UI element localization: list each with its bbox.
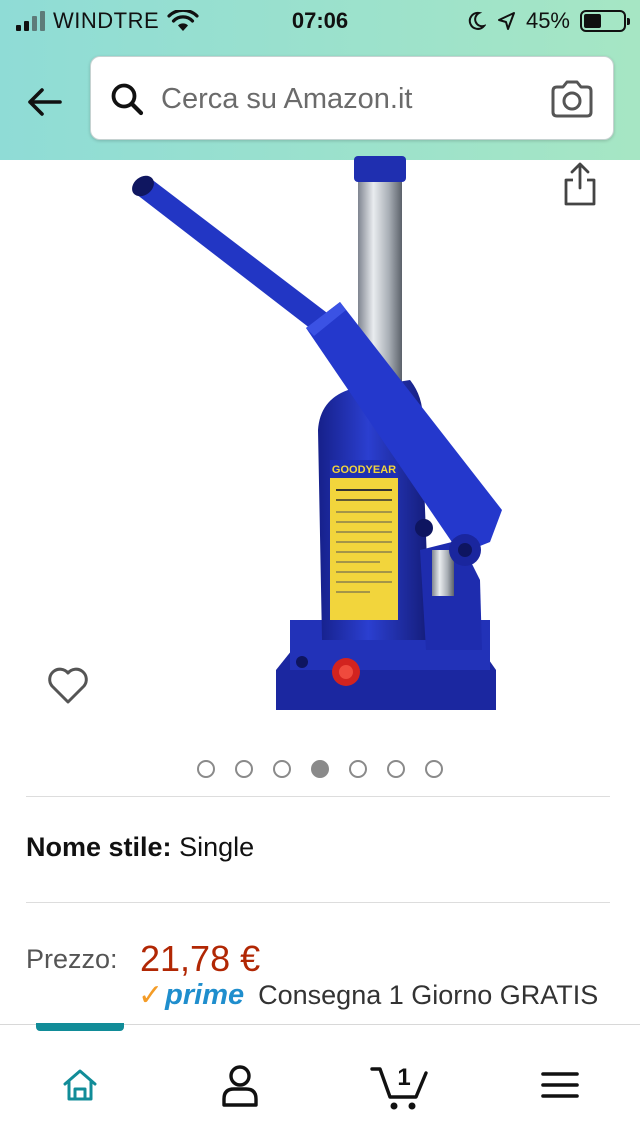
bottom-nav: 1 — [0, 1023, 640, 1136]
style-row: Nome stile: Single — [26, 832, 254, 863]
delivery-text: Consegna 1 Giorno GRATIS — [258, 980, 599, 1010]
back-button[interactable] — [20, 78, 68, 126]
brand-text: GOODYEAR — [332, 464, 396, 476]
battery-icon — [580, 10, 630, 32]
style-value: Single — [179, 832, 255, 862]
price-label: Prezzo: — [26, 944, 118, 974]
battery-level-fill — [584, 14, 602, 28]
camera-icon[interactable] — [549, 79, 595, 119]
status-right: 45% — [466, 8, 630, 34]
search-icon — [111, 83, 144, 116]
carousel-dot[interactable] — [235, 760, 253, 778]
do-not-disturb-moon-icon — [468, 11, 486, 30]
style-label: Nome stile: — [26, 832, 172, 862]
product-image[interactable]: GOODYEAR — [110, 150, 530, 730]
cart-icon: 1 — [370, 1064, 428, 1110]
carousel-dot[interactable] — [197, 760, 215, 778]
carousel-dot[interactable] — [311, 760, 329, 778]
carousel-dot[interactable] — [425, 760, 443, 778]
divider — [26, 796, 610, 797]
wishlist-heart-icon[interactable] — [44, 660, 92, 708]
home-icon — [63, 1069, 97, 1101]
account-icon — [222, 1065, 258, 1107]
share-icon[interactable] — [560, 160, 600, 208]
carousel-dot[interactable] — [349, 760, 367, 778]
image-carousel-dots — [0, 760, 640, 778]
active-tab-indicator — [36, 1023, 124, 1031]
jack-saddle — [354, 156, 406, 182]
search-input[interactable] — [161, 75, 541, 123]
price-value: 21,78 € — [140, 938, 261, 979]
cart-count: 1 — [397, 1064, 410, 1091]
jack-label — [330, 460, 398, 620]
arrow-left-icon — [28, 88, 62, 116]
carousel-dot[interactable] — [387, 760, 405, 778]
location-arrow-icon — [497, 12, 515, 30]
nav-menu[interactable] — [530, 1059, 590, 1111]
nav-home[interactable] — [50, 1059, 110, 1111]
search-bar[interactable] — [90, 56, 614, 140]
prime-delivery: ✓ prime Consegna 1 Giorno GRATIS — [138, 978, 640, 1013]
nav-cart[interactable]: 1 — [368, 1059, 432, 1111]
prime-logo: prime — [165, 979, 245, 1011]
divider — [26, 902, 610, 903]
menu-icon — [541, 1072, 579, 1098]
battery-percent: 45% — [525, 8, 570, 33]
status-bar: WINDTRE 07:06 45% — [0, 0, 640, 44]
prime-check-icon: ✓ — [138, 979, 164, 1012]
app-header: WINDTRE 07:06 45% — [0, 0, 640, 160]
nav-account[interactable] — [210, 1059, 270, 1111]
carousel-dot[interactable] — [273, 760, 291, 778]
